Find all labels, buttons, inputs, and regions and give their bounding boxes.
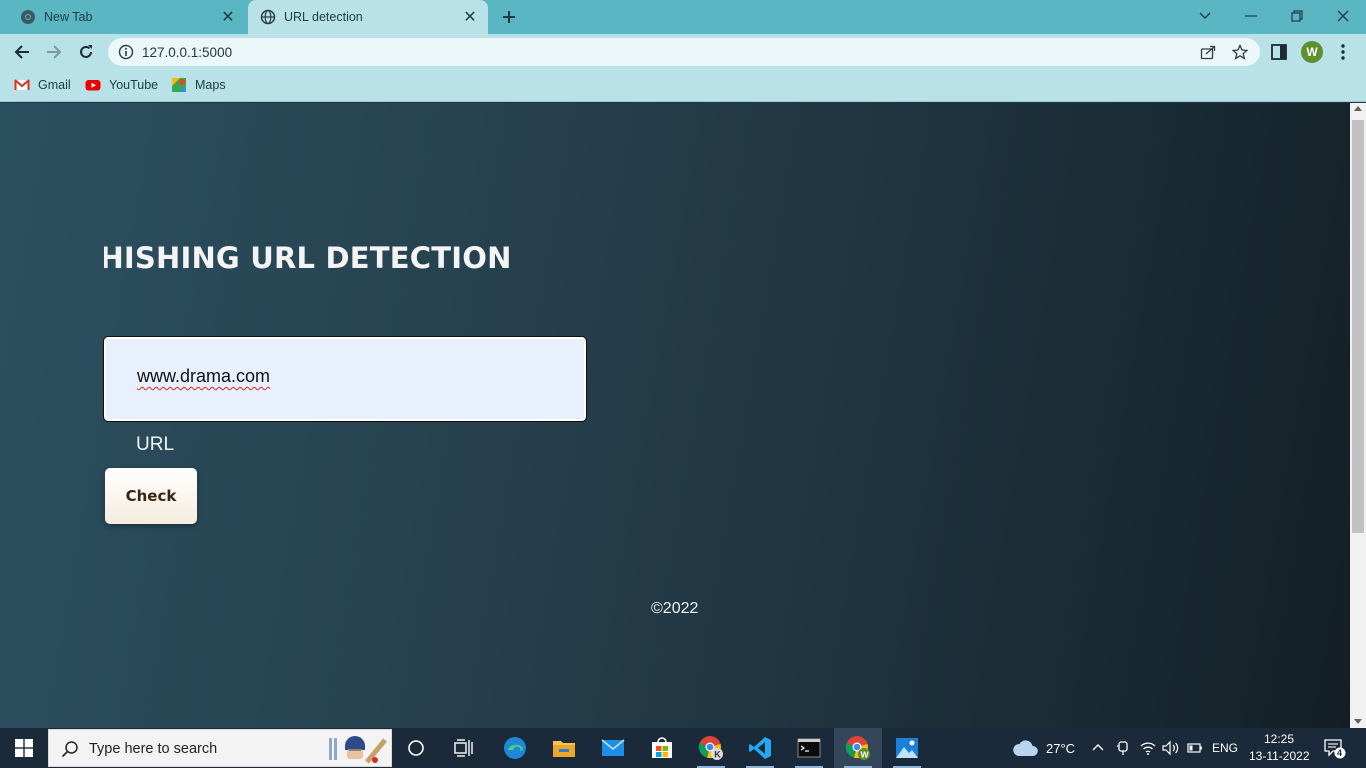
photos-icon (896, 738, 918, 758)
check-button[interactable]: Check (105, 468, 197, 524)
new-tab-button[interactable] (498, 6, 520, 28)
clock-date[interactable]: 13-11-2022 (1249, 749, 1310, 763)
scroll-down-arrow-icon[interactable] (1354, 719, 1362, 724)
volume-icon[interactable] (1162, 740, 1180, 756)
back-button[interactable] (8, 38, 36, 66)
info-icon[interactable] (118, 44, 134, 60)
chrome-icon: W (845, 736, 870, 760)
close-window-button[interactable] (1320, 2, 1366, 30)
notification-count: 4 (1337, 748, 1343, 758)
tab-search-button[interactable] (1182, 2, 1228, 30)
taskbar-vscode[interactable] (736, 728, 784, 768)
taskbar-file-explorer[interactable] (540, 728, 588, 768)
maps-icon (172, 78, 186, 92)
address-bar[interactable]: 127.0.0.1:5000 (108, 38, 1260, 66)
start-button[interactable] (0, 728, 48, 768)
cortana-icon (408, 740, 424, 756)
bookmark-gmail[interactable]: Gmail (14, 77, 71, 93)
tab-title: New Tab (44, 10, 93, 24)
search-icon (61, 741, 78, 758)
windows-icon (15, 739, 33, 757)
taskbar-search[interactable]: Type here to search (48, 729, 392, 767)
store-icon (652, 737, 672, 758)
page-content: PHISHING URL DETECTION www.drama.com URL… (0, 103, 1350, 728)
close-icon[interactable]: ✕ (460, 7, 480, 27)
meet-now-icon[interactable] (1116, 740, 1130, 756)
scroll-thumb[interactable] (1352, 120, 1364, 533)
taskbar-chrome-profile-k[interactable]: K (687, 728, 735, 768)
weather-temp[interactable]: 27°C (1046, 741, 1075, 756)
edge-icon (504, 737, 526, 759)
star-icon[interactable] (1232, 44, 1248, 60)
url-input-value: www.drama.com (137, 366, 271, 386)
title-container: PHISHING URL DETECTION (104, 233, 604, 283)
folder-icon (553, 741, 575, 757)
restore-button[interactable] (1274, 2, 1320, 30)
browser-toolbar: 127.0.0.1:5000 W (0, 34, 1366, 70)
arrow-left-icon (14, 45, 29, 59)
bookmarks-bar: Gmail YouTube Maps (0, 70, 1366, 102)
chevron-down-icon (1199, 12, 1211, 19)
page-title: PHISHING URL DETECTION (104, 241, 512, 275)
forward-button[interactable] (40, 38, 68, 66)
share-icon[interactable] (1200, 44, 1216, 60)
reload-icon (80, 45, 92, 58)
tab-strip: New Tab ✕ URL detection ✕ (0, 0, 1366, 34)
footer-copyright: ©2022 (651, 600, 699, 617)
bookmark-label: YouTube (109, 78, 159, 92)
close-icon[interactable]: ✕ (218, 7, 238, 27)
vscode-icon (749, 737, 771, 759)
minimize-button[interactable] (1228, 2, 1274, 30)
vertical-scrollbar[interactable] (1350, 103, 1366, 728)
wifi-icon[interactable] (1140, 740, 1156, 756)
chrome-icon (21, 10, 35, 24)
bookmark-label: Maps (195, 78, 226, 92)
cloud-icon[interactable] (1012, 738, 1040, 758)
mail-icon (601, 739, 625, 756)
taskbar-photos[interactable] (883, 728, 931, 768)
svg-text:K: K (714, 750, 721, 760)
side-panel-icon[interactable] (1270, 43, 1288, 61)
bookmark-maps[interactable]: Maps (171, 77, 226, 93)
taskbar: Type here to search K W 27°C ENG 12:25 1… (0, 728, 1366, 768)
youtube-icon (85, 80, 101, 91)
task-view-button[interactable] (440, 728, 488, 768)
terminal-icon (797, 738, 821, 758)
notifications-icon[interactable] (1324, 739, 1346, 759)
cricket-highlight-icon (329, 736, 387, 764)
close-icon (1337, 10, 1349, 22)
bookmark-label: Gmail (38, 78, 71, 92)
arrow-right-icon (47, 45, 62, 59)
taskbar-store[interactable] (638, 728, 686, 768)
battery-icon[interactable] (1187, 742, 1203, 754)
svg-text:W: W (861, 750, 870, 760)
clock-time[interactable]: 12:25 (1264, 732, 1294, 746)
chrome-icon: K (698, 736, 723, 760)
search-placeholder: Type here to search (89, 741, 218, 757)
task-view-icon (454, 739, 473, 757)
restore-icon (1291, 10, 1303, 22)
tab-title: URL detection (284, 10, 363, 24)
tab-new-tab[interactable]: New Tab ✕ (8, 0, 246, 34)
kebab-menu-icon[interactable] (1334, 42, 1352, 62)
taskbar-chrome-profile-w[interactable]: W (834, 728, 882, 768)
scroll-up-arrow-icon[interactable] (1354, 106, 1362, 111)
taskbar-mail[interactable] (589, 728, 637, 768)
bookmark-youtube[interactable]: YouTube (85, 77, 158, 93)
taskbar-edge[interactable] (491, 728, 539, 768)
chevron-up-icon[interactable] (1092, 743, 1104, 751)
tab-url-detection[interactable]: URL detection ✕ (248, 0, 488, 34)
minimize-icon (1245, 15, 1257, 17)
reload-button[interactable] (72, 38, 100, 66)
url-label: URL (136, 434, 175, 455)
globe-icon (260, 9, 276, 25)
address-text: 127.0.0.1:5000 (142, 45, 233, 60)
avatar[interactable]: W (1301, 41, 1323, 63)
plus-icon (503, 11, 515, 23)
taskbar-terminal[interactable] (785, 728, 833, 768)
language-indicator[interactable]: ENG (1212, 741, 1238, 755)
cortana-button[interactable] (392, 728, 440, 768)
gmail-icon (14, 79, 30, 90)
